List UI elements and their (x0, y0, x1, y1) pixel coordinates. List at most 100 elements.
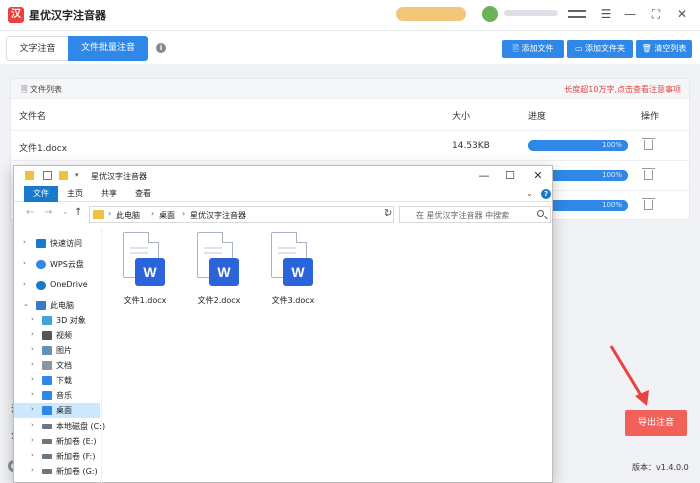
music-icon (42, 391, 52, 400)
cube-icon (42, 316, 52, 325)
ribbon-tab-view[interactable]: 查看 (130, 186, 156, 202)
maximize-icon[interactable]: ☐ (503, 169, 517, 183)
properties-icon[interactable] (43, 171, 52, 180)
settings-menu-icon[interactable]: ☰ (598, 6, 614, 22)
video-icon (42, 331, 52, 340)
back-arrow-icon[interactable]: ← (26, 207, 34, 218)
add-file-button[interactable]: 🖹 添加文件 (502, 40, 564, 58)
sidebar-item-onedrive[interactable]: › OneDrive (14, 278, 100, 293)
sidebar-item-documents[interactable]: › 文档 (14, 358, 100, 373)
sidebar-item-downloads[interactable]: › 下载 (14, 373, 100, 388)
up-arrow-icon[interactable]: ↑ (74, 207, 82, 218)
help-icon[interactable]: ? (541, 189, 551, 199)
file-item[interactable]: W 文件3.docx (262, 232, 324, 308)
search-input[interactable]: 在 星优汉字注音器 中搜索 (399, 206, 551, 223)
sidebar-item-drive-c[interactable]: › 本地磁盘 (C:) (14, 419, 105, 434)
table-row[interactable]: 文件1.docx 14.53KB 100% (11, 130, 689, 160)
cloud-icon (36, 260, 46, 269)
column-header-size: 大小 (452, 112, 471, 122)
sidebar-item-wps-cloud[interactable]: › WPS云盘 (14, 257, 100, 272)
sidebar-item-drive-f[interactable]: › 新加卷 (F:) (14, 449, 100, 464)
sidebar-item-drive-g[interactable]: › 新加卷 (G:) (14, 464, 100, 479)
info-icon[interactable]: i (156, 43, 166, 53)
sidebar-item-desktop[interactable]: › 桌面 (14, 403, 100, 418)
delete-row-icon[interactable] (642, 198, 655, 210)
forward-arrow-icon[interactable]: → (44, 207, 52, 218)
file-name-cell: 文件1.docx (19, 144, 68, 154)
close-icon[interactable]: ✕ (531, 169, 545, 183)
export-button[interactable]: 导出注音 (625, 410, 687, 436)
user-name[interactable] (504, 10, 558, 16)
clear-list-button[interactable]: 🗑 清空列表 (636, 40, 692, 58)
new-folder-icon[interactable] (59, 171, 68, 180)
minimize-icon[interactable]: — (622, 6, 638, 22)
star-icon (36, 239, 46, 248)
app-title: 星优汉字注音器 (29, 9, 106, 22)
sidebar-item-music[interactable]: › 音乐 (14, 388, 100, 403)
tab-batch-annotation[interactable]: 文件批量注音 (68, 36, 148, 61)
close-icon[interactable]: ✕ (674, 6, 690, 22)
mode-tabbar: 文字注音 文件批量注音 i 🖹 添加文件 ▭ 添加文件夹 🗑 清空列表 (0, 30, 700, 64)
pane-divider[interactable] (101, 228, 102, 483)
breadcrumb-separator: › (151, 209, 155, 218)
column-header-name: 文件名 (19, 112, 47, 122)
refresh-icon[interactable]: ↻ (384, 208, 392, 219)
folder-icon (25, 171, 34, 180)
file-size-cell: 14.53KB (452, 141, 490, 151)
onedrive-icon (36, 281, 46, 290)
progress-label: 100% (601, 171, 622, 179)
folder-icon (93, 210, 104, 219)
navigation-pane: › 快速访问 › WPS云盘 › OneDrive ⌄ 此电脑 › 3D 对象 › 视频 ›… (14, 228, 105, 483)
breadcrumb-current-folder[interactable]: 星优汉字注音器 (190, 210, 246, 221)
user-menu-icon[interactable] (568, 10, 586, 18)
vip-badge[interactable] (396, 7, 466, 21)
document-icon (42, 361, 52, 370)
length-warning-link[interactable]: 长度超10万字,点击查看注意事项 (564, 84, 681, 95)
explorer-ribbon: 文件 主页 共享 查看 ⌄ ? (14, 186, 552, 202)
breadcrumb-separator: › (182, 209, 186, 218)
tab-text-annotation[interactable]: 文字注音 (6, 36, 68, 61)
add-folder-button[interactable]: ▭ 添加文件夹 (567, 40, 633, 58)
address-bar[interactable]: › 此电脑 › 桌面 › 星优汉字注音器 ⌄ (89, 206, 394, 223)
minimize-icon[interactable]: — (477, 169, 491, 183)
drive-icon (42, 454, 52, 459)
file-list-header: 🗏 文件列表 长度超10万字,点击查看注意事项 (11, 79, 689, 99)
explorer-titlebar: ▾ 星优汉字注音器 — ☐ ✕ (14, 166, 552, 186)
ribbon-tab-share[interactable]: 共享 (96, 186, 122, 202)
maximize-icon[interactable]: ⛶ (648, 6, 664, 22)
search-icon[interactable] (537, 210, 544, 217)
sidebar-item-videos[interactable]: › 视频 (14, 328, 100, 343)
app-titlebar: 汉 星优汉字注音器 ☰ — ⛶ ✕ (0, 0, 700, 30)
delete-row-icon[interactable] (642, 138, 655, 150)
explorer-title: 星优汉字注音器 (91, 172, 147, 181)
breadcrumb-this-pc[interactable]: 此电脑 (116, 210, 140, 221)
breadcrumb-separator: › (108, 209, 112, 218)
app-logo-icon: 汉 (8, 7, 24, 23)
file-item[interactable]: W 文件1.docx (114, 232, 176, 308)
word-icon: W (135, 258, 165, 286)
version-label: 版本：v1.4.0.0 (632, 463, 689, 472)
desktop-icon (42, 406, 52, 415)
sidebar-item-this-pc[interactable]: ⌄ 此电脑 (14, 298, 100, 313)
picture-icon (42, 346, 52, 355)
file-item[interactable]: W 文件2.docx (188, 232, 250, 308)
breadcrumb-desktop[interactable]: 桌面 (159, 210, 175, 221)
progress-label: 100% (601, 201, 622, 209)
avatar[interactable] (482, 6, 498, 22)
file-name: 文件3.docx (271, 296, 315, 305)
sidebar-item-drive-e[interactable]: › 新加卷 (E:) (14, 434, 100, 449)
delete-row-icon[interactable] (642, 168, 655, 180)
chevron-down-icon[interactable]: ⌄ (526, 189, 533, 198)
ribbon-tab-home[interactable]: 主页 (62, 186, 88, 202)
sidebar-item-pictures[interactable]: › 图片 (14, 343, 100, 358)
quick-access-dropdown-icon[interactable]: ▾ (75, 171, 84, 180)
red-arrow-annotation (609, 345, 649, 406)
sidebar-item-3d-objects[interactable]: › 3D 对象 (14, 313, 100, 328)
column-header-progress: 进度 (528, 112, 547, 122)
sidebar-item-quick-access[interactable]: › 快速访问 (14, 236, 100, 251)
computer-icon (36, 301, 46, 310)
recent-locations-icon[interactable]: ⌄ (62, 207, 69, 216)
word-icon: W (283, 258, 313, 286)
ribbon-tab-file[interactable]: 文件 (24, 186, 58, 202)
file-explorer-window: ▾ 星优汉字注音器 — ☐ ✕ 文件 主页 共享 查看 ⌄ ? ← → ⌄ ↑ … (13, 165, 553, 483)
